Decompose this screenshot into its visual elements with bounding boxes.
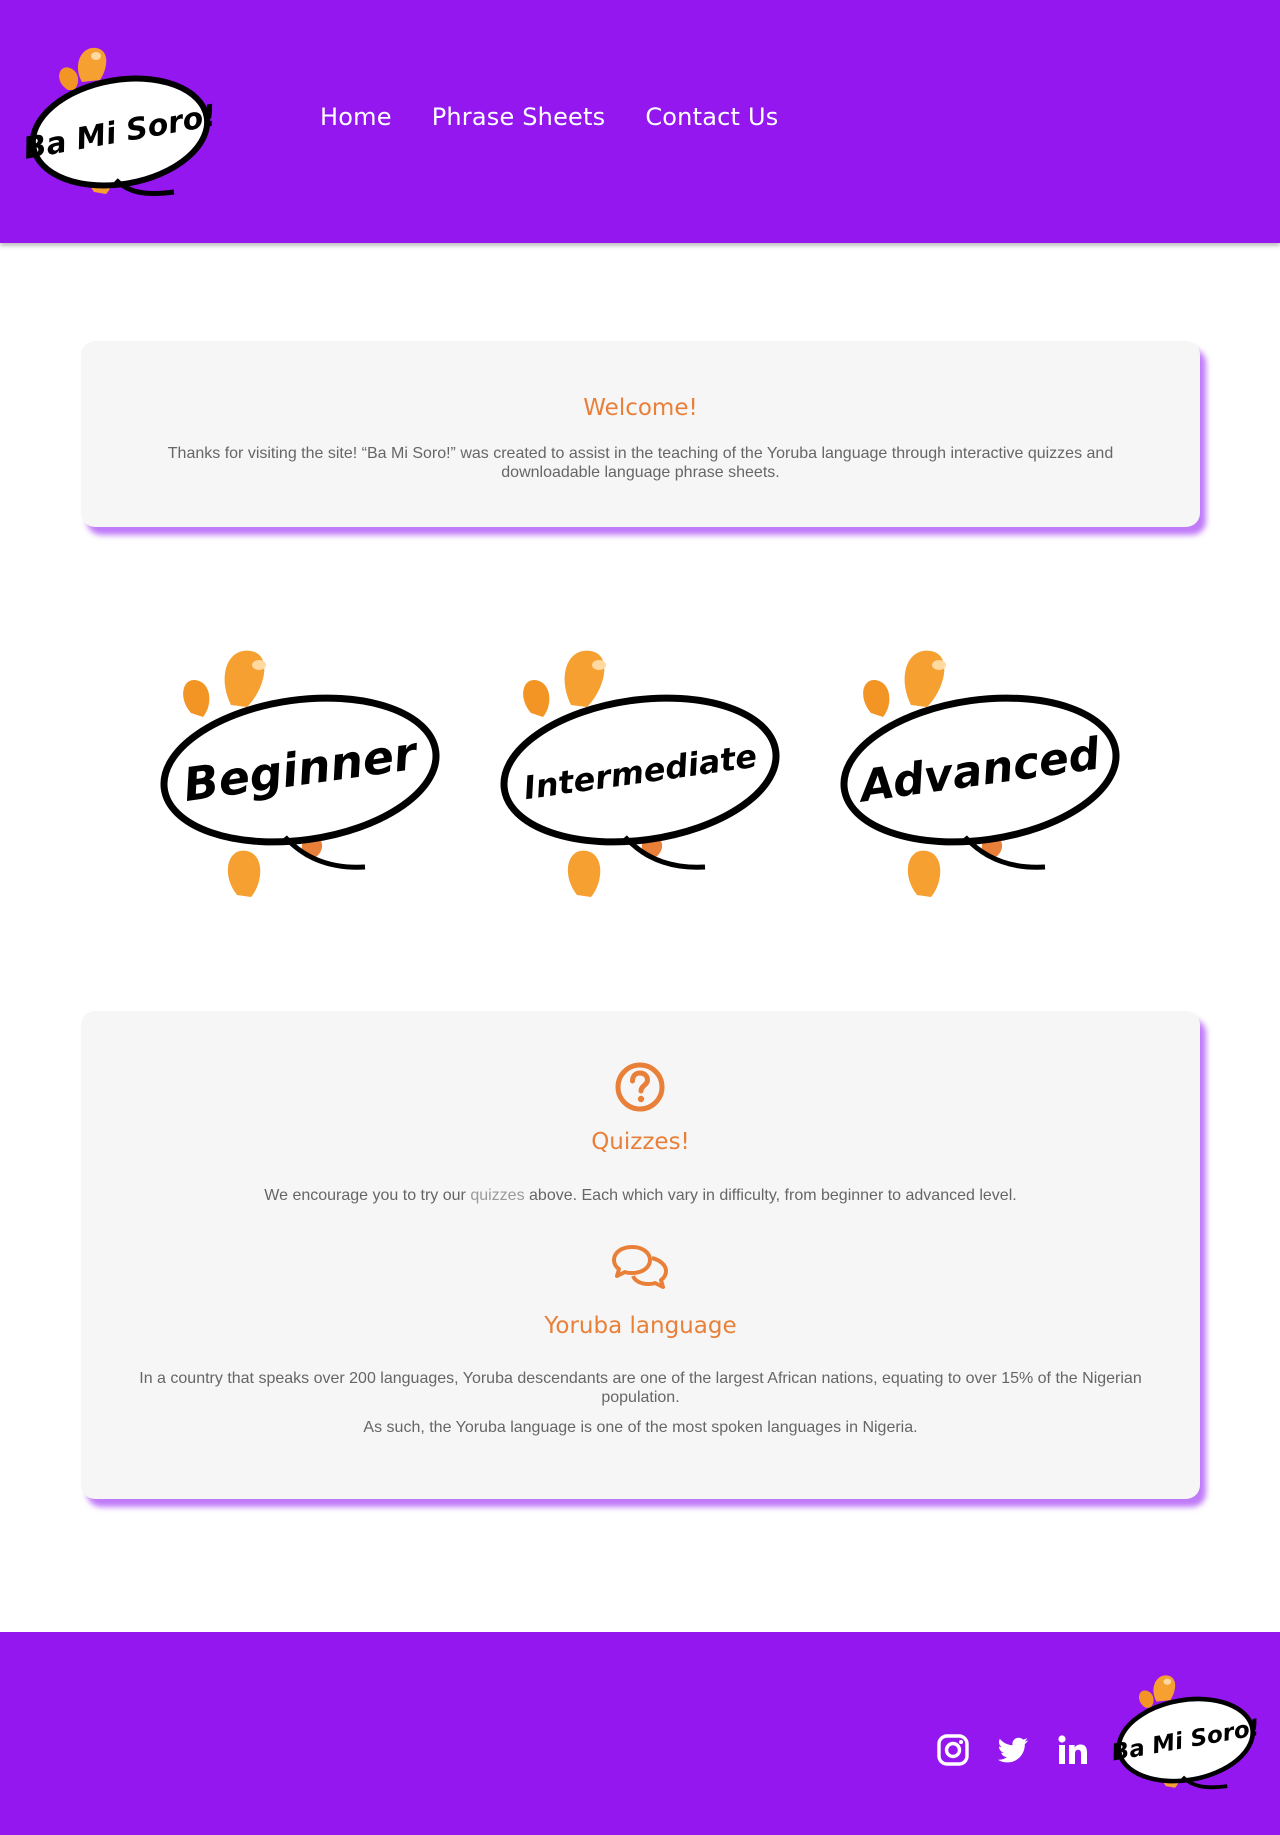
instagram-icon[interactable]	[936, 1733, 970, 1767]
speech-bubble-logo-icon: Ba Mi Soro!	[21, 47, 219, 196]
level-intermediate-button[interactable]: Intermediate	[495, 625, 785, 910]
level-advanced-button[interactable]: Advanced	[835, 625, 1125, 910]
main-nav: Home Phrase Sheets Contact Us	[320, 103, 778, 131]
quizzes-text-before: We encourage you to try our	[264, 1187, 471, 1204]
header-logo[interactable]: Ba Mi Soro!	[21, 20, 219, 220]
speech-bubble-icon: Beginner	[160, 650, 440, 897]
quizzes-text: We encourage you to try our quizzes abov…	[141, 1186, 1140, 1205]
speech-bubble-logo-icon: Ba Mi Soro!	[1110, 1675, 1262, 1790]
footer-logo[interactable]: Ba Mi Soro!	[1110, 1654, 1262, 1809]
nav-home[interactable]: Home	[320, 103, 392, 131]
yoruba-title: Yoruba language	[544, 1313, 737, 1339]
site-header: Ba Mi Soro! Home Phrase Sheets Contact U…	[0, 0, 1280, 243]
linkedin-icon[interactable]	[1056, 1733, 1090, 1767]
speech-bubble-icon: Advanced	[840, 650, 1120, 897]
quizzes-title: Quizzes!	[591, 1129, 690, 1155]
welcome-text: Thanks for visiting the site! “Ba Mi Sor…	[167, 445, 1114, 481]
welcome-card: Welcome! Thanks for visiting the site! “…	[81, 341, 1200, 527]
question-circle-icon	[614, 1061, 666, 1113]
level-beginner-button[interactable]: Beginner	[155, 625, 445, 910]
nav-phrase-sheets[interactable]: Phrase Sheets	[432, 103, 606, 131]
info-card: Quizzes! We encourage you to try our qui…	[81, 1011, 1200, 1499]
speech-bubble-icon: Intermediate	[500, 650, 780, 897]
quizzes-link[interactable]: quizzes	[470, 1187, 524, 1204]
quizzes-text-after: above. Each which vary in difficulty, fr…	[524, 1187, 1017, 1204]
site-footer: Ba Mi Soro!	[0, 1632, 1280, 1835]
yoruba-paragraph-2: As such, the Yoruba language is one of t…	[363, 1419, 918, 1436]
comments-icon	[610, 1243, 670, 1291]
nav-contact-us[interactable]: Contact Us	[645, 103, 778, 131]
welcome-title: Welcome!	[583, 395, 698, 421]
yoruba-paragraph-1: In a country that speaks over 200 langua…	[139, 1370, 1142, 1406]
twitter-icon[interactable]	[996, 1733, 1030, 1767]
